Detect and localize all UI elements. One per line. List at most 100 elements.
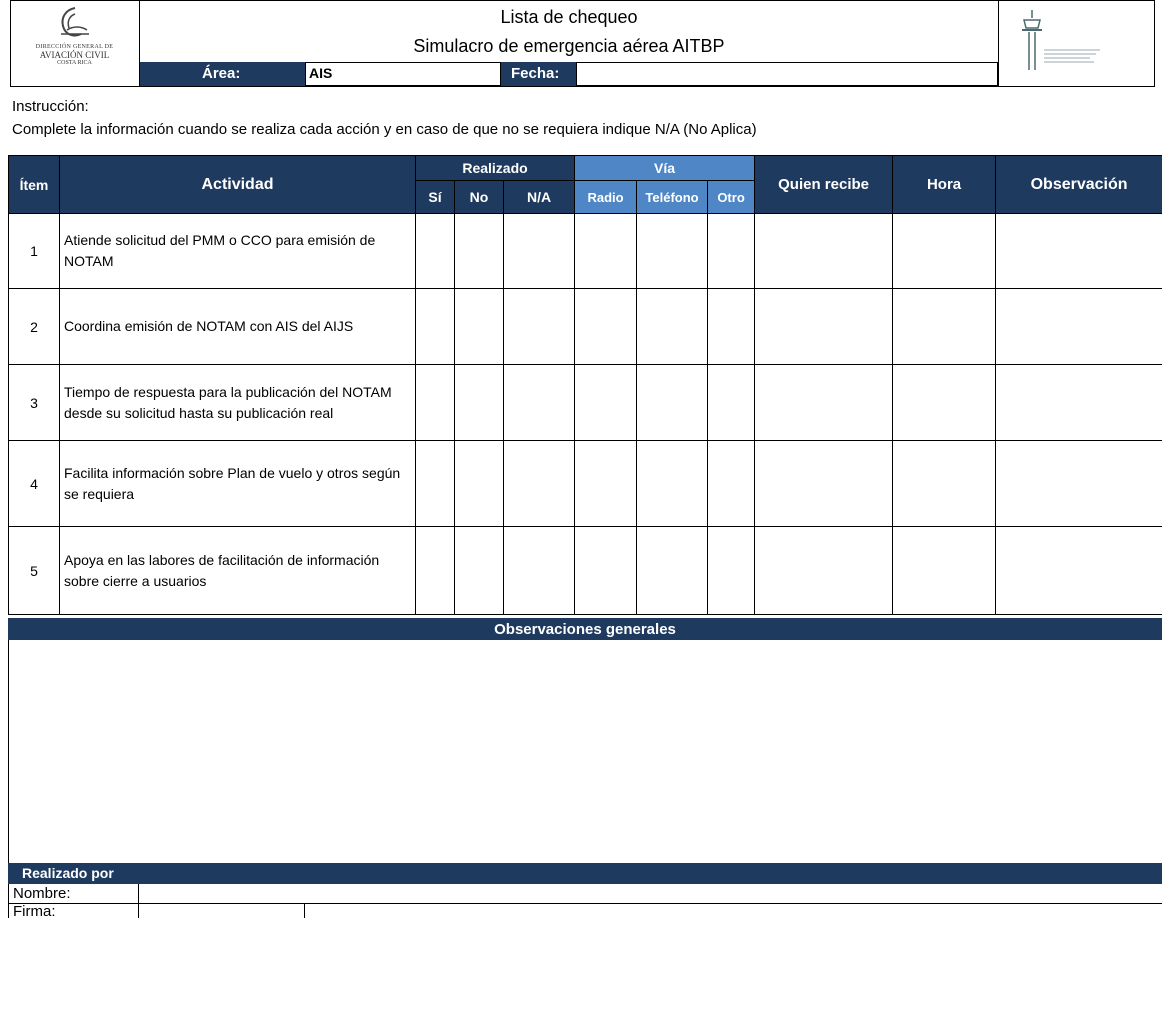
dgac-emblem-icon: [60, 7, 89, 37]
cell-si[interactable]: [415, 288, 455, 365]
col-si-header: Sí: [415, 180, 455, 214]
col-quien-header: Quien recibe: [754, 155, 894, 214]
item-number: 3: [8, 364, 60, 441]
cell-no[interactable]: [454, 440, 504, 527]
cell-quien[interactable]: [754, 213, 894, 289]
cell-na[interactable]: [502, 526, 576, 615]
cell-radio[interactable]: [574, 364, 638, 441]
fecha-label: Fecha:: [511, 65, 560, 82]
cell-otro[interactable]: [707, 364, 756, 441]
cell-observacion[interactable]: [995, 526, 1162, 615]
cell-no[interactable]: [454, 288, 504, 365]
firma-row: Firma:: [8, 903, 1162, 920]
cell-observacion[interactable]: [995, 364, 1162, 441]
cell-radio[interactable]: [574, 440, 638, 527]
cell-radio[interactable]: [574, 288, 638, 365]
item-number: 4: [8, 440, 60, 527]
cell-na[interactable]: [502, 288, 576, 365]
cell-otro[interactable]: [707, 440, 756, 527]
area-value-cell[interactable]: AIS: [305, 62, 501, 86]
control-tower-icon: [1022, 10, 1100, 70]
cell-quien[interactable]: [754, 526, 894, 615]
cell-hora[interactable]: [892, 213, 997, 289]
item-number: 5: [8, 526, 60, 615]
cell-hora[interactable]: [892, 364, 997, 441]
cell-otro[interactable]: [707, 213, 756, 289]
cell-si[interactable]: [415, 364, 455, 441]
col-radio-header: Radio: [574, 180, 638, 214]
cell-telefono[interactable]: [636, 288, 709, 365]
cell-quien[interactable]: [754, 288, 894, 365]
table-row: 4 Facilita información sobre Plan de vue…: [8, 440, 1162, 527]
observaciones-label: Observaciones generales: [494, 620, 676, 638]
firma-field[interactable]: [138, 904, 305, 918]
activity-text: Facilita información sobre Plan de vuelo…: [59, 440, 416, 527]
dgac-logo: DIRECCIÓN GENERAL DE AVIACIÓN CIVIL COST…: [12, 4, 137, 84]
col-item-header: Ítem: [8, 155, 60, 214]
cell-na[interactable]: [502, 440, 576, 527]
cell-na[interactable]: [502, 213, 576, 289]
cell-observacion[interactable]: [995, 288, 1162, 365]
instruction-label: Instrucción:: [12, 98, 89, 115]
cell-no[interactable]: [454, 526, 504, 615]
cell-observacion[interactable]: [995, 440, 1162, 527]
area-fecha-bar: Área: AIS Fecha:: [140, 62, 998, 86]
cell-observacion[interactable]: [995, 213, 1162, 289]
item-number: 1: [8, 213, 60, 289]
cell-no[interactable]: [454, 364, 504, 441]
page-title: Lista de chequeo: [500, 6, 638, 27]
cell-radio[interactable]: [574, 213, 638, 289]
group-via-header: Vía: [574, 155, 756, 181]
cell-hora[interactable]: [892, 288, 997, 365]
col-otro-header: Otro: [707, 180, 756, 214]
activity-text: Tiempo de respuesta para la publicación …: [59, 364, 416, 441]
fecha-value-cell[interactable]: [576, 62, 998, 86]
realizado-por-label: Realizado por: [22, 865, 114, 881]
activity-text: Coordina emisión de NOTAM con AIS del AI…: [59, 288, 416, 365]
cell-si[interactable]: [415, 213, 455, 289]
checklist-table-wrapper: Ítem Actividad Realizado Vía Quien recib…: [8, 155, 1162, 615]
col-hora-header: Hora: [892, 155, 997, 214]
area-value: AIS: [309, 65, 333, 81]
cell-si[interactable]: [415, 440, 455, 527]
cell-radio[interactable]: [574, 526, 638, 615]
firma-label: Firma:: [13, 903, 56, 920]
col-actividad-header: Actividad: [59, 155, 416, 214]
nombre-field[interactable]: [138, 884, 1162, 904]
group-realizado-header: Realizado: [414, 155, 576, 181]
col-telefono-header: Teléfono: [636, 180, 709, 214]
area-label-cell: Área:: [140, 62, 305, 86]
cell-quien[interactable]: [754, 364, 894, 441]
fecha-label-cell: Fecha:: [501, 62, 576, 86]
activity-text: Atiende solicitud del PMM o CCO para emi…: [59, 213, 416, 289]
col-obs-header: Observación: [995, 155, 1162, 214]
cell-na[interactable]: [502, 364, 576, 441]
realizado-por-header: Realizado por: [8, 863, 1162, 884]
table-row: 5 Apoya en las labores de facilitación d…: [8, 526, 1162, 615]
cell-telefono[interactable]: [636, 526, 709, 615]
cell-telefono[interactable]: [636, 213, 709, 289]
cell-telefono[interactable]: [636, 364, 709, 441]
cell-quien[interactable]: [754, 440, 894, 527]
page-subtitle: Simulacro de emergencia aérea AITBP: [413, 35, 725, 56]
cell-otro[interactable]: [707, 288, 756, 365]
cell-si[interactable]: [415, 526, 455, 615]
table-row: 3 Tiempo de respuesta para la publicació…: [8, 364, 1162, 441]
aitbp-logo: [1010, 6, 1140, 78]
table-row: 1 Atiende solicitud del PMM o CCO para e…: [8, 213, 1162, 289]
cell-otro[interactable]: [707, 526, 756, 615]
observaciones-header: Observaciones generales: [8, 618, 1162, 640]
area-label: Área:: [202, 65, 241, 82]
observaciones-area[interactable]: [8, 640, 1162, 863]
nombre-label: Nombre:: [13, 885, 71, 902]
instruction-text: Complete la información cuando se realiz…: [12, 121, 757, 138]
activity-text: Apoya en las labores de facilitación de …: [59, 526, 416, 615]
cell-hora[interactable]: [892, 440, 997, 527]
cell-no[interactable]: [454, 213, 504, 289]
cell-hora[interactable]: [892, 526, 997, 615]
nombre-row: Nombre:: [8, 884, 1162, 904]
cell-telefono[interactable]: [636, 440, 709, 527]
dgac-logo-line2: AVIACIÓN CIVIL: [39, 50, 110, 60]
col-no-header: No: [454, 180, 504, 214]
col-na-header: N/A: [502, 180, 576, 214]
